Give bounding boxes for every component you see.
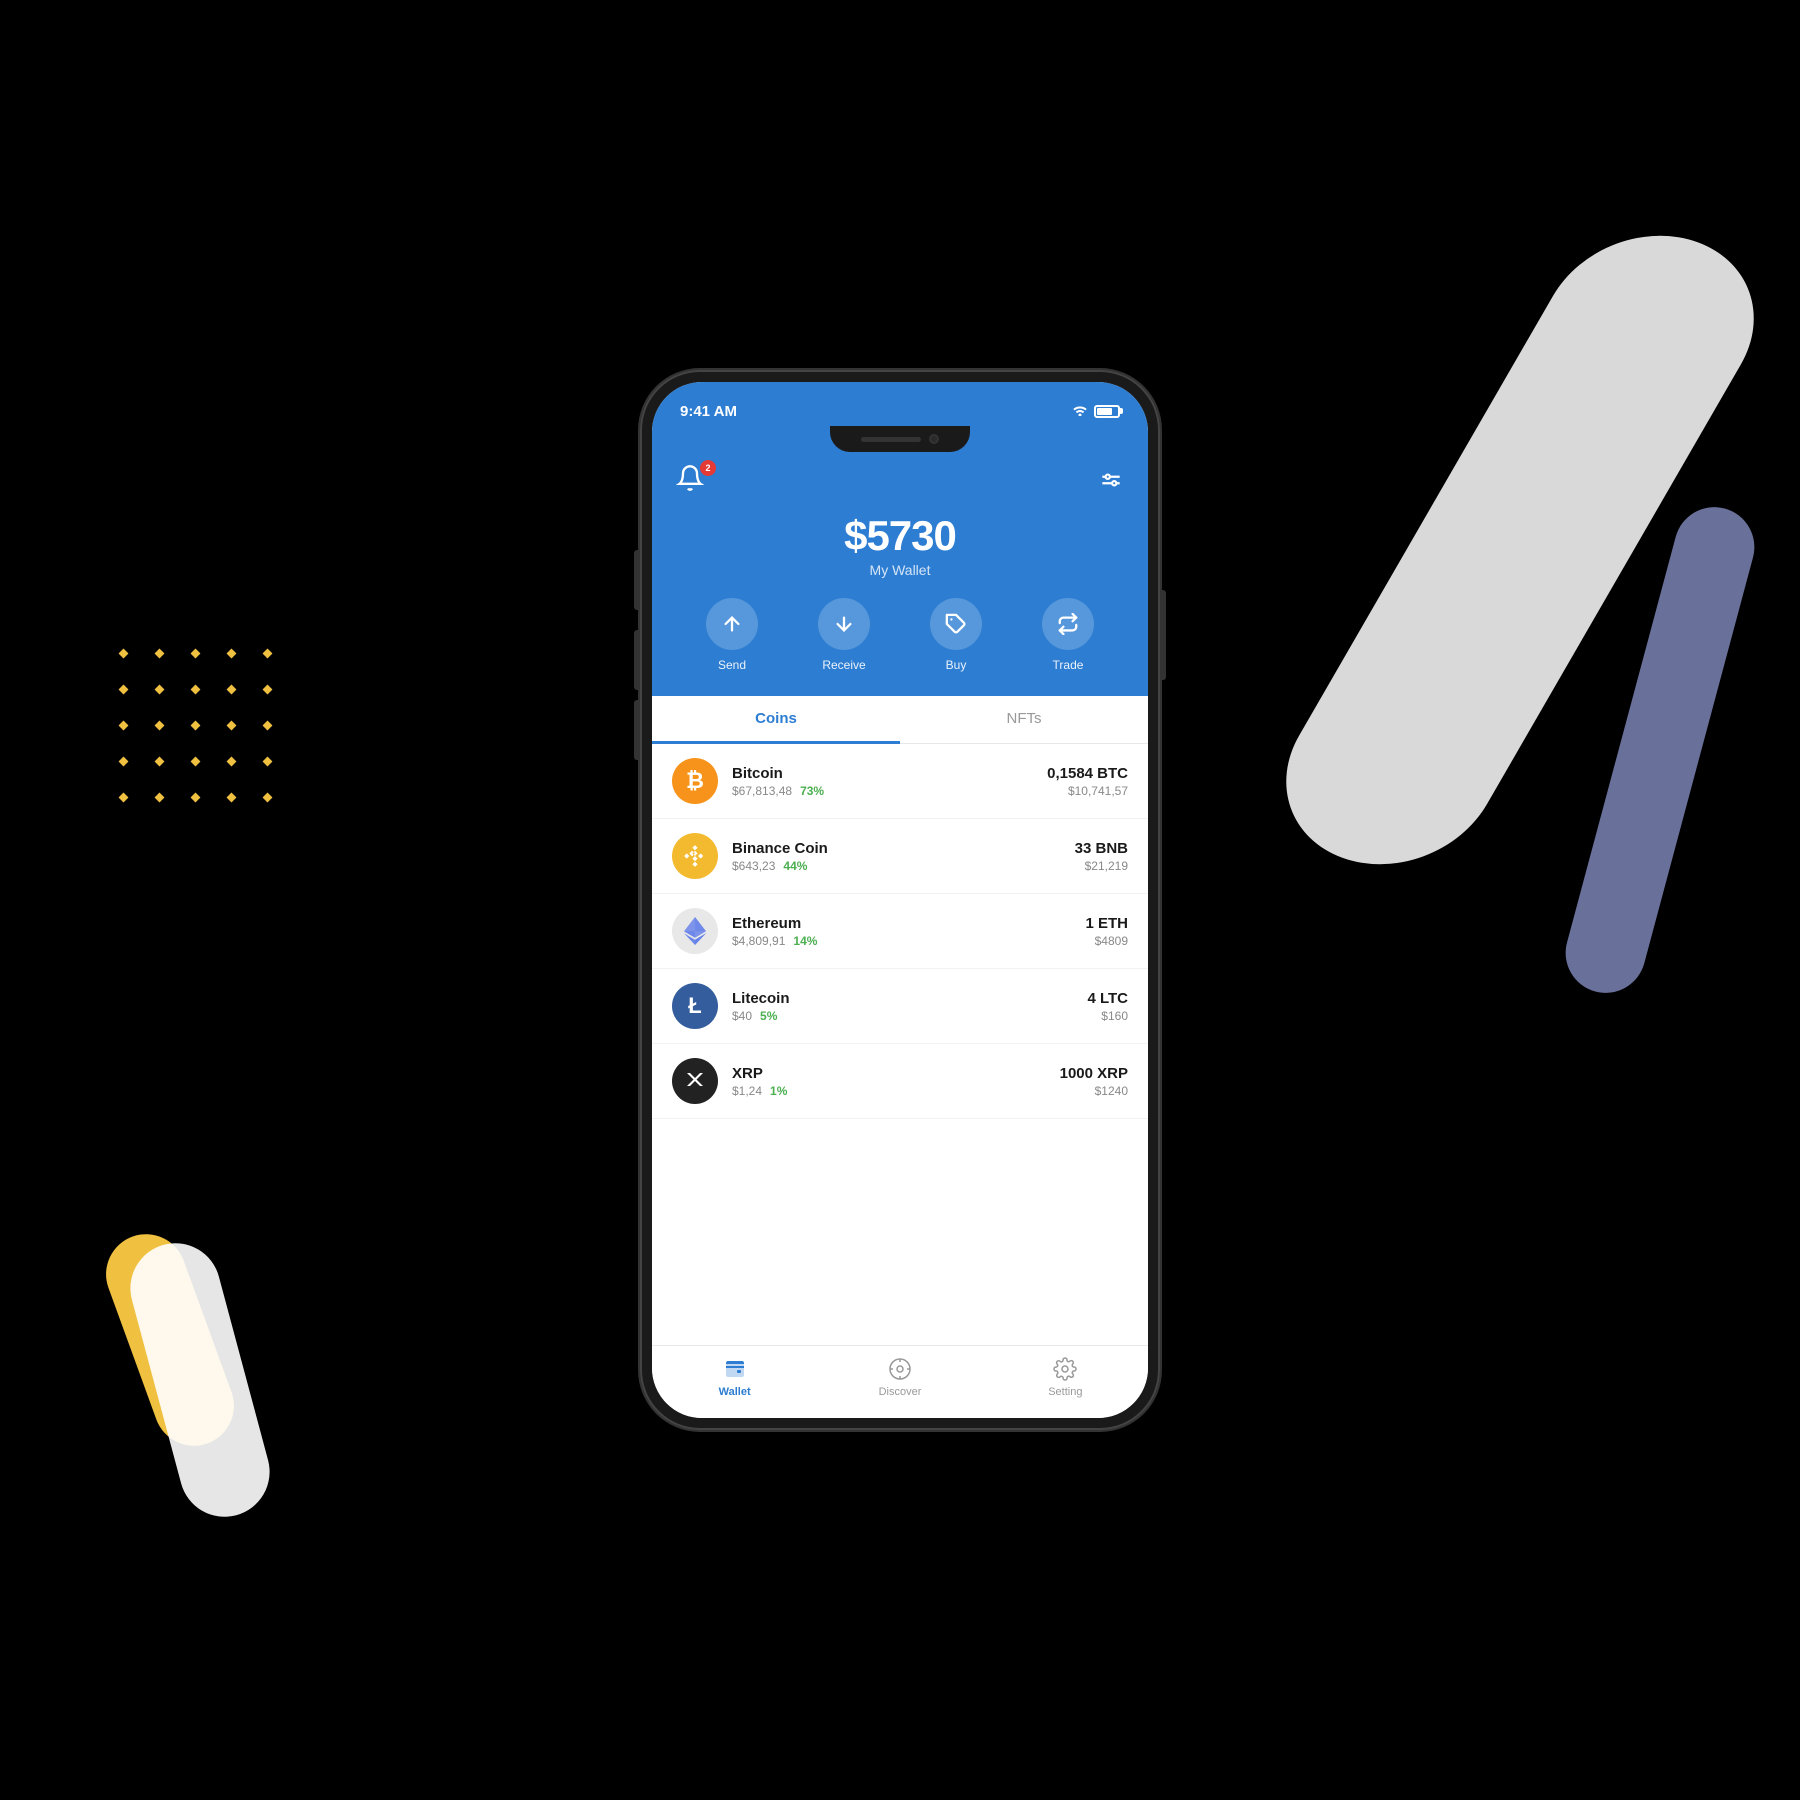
- ltc-info: Litecoin $40 5%: [732, 990, 1087, 1023]
- notification-button[interactable]: 2: [676, 464, 712, 500]
- xrp-price: $1,24: [732, 1084, 762, 1098]
- bnb-price: $643,23: [732, 859, 775, 873]
- header-top-row: 2: [676, 464, 1124, 500]
- btc-price: $67,813,48: [732, 784, 792, 798]
- buy-icon-circle: [930, 598, 982, 650]
- speaker: [861, 437, 921, 442]
- btc-name: Bitcoin: [732, 765, 1047, 782]
- eth-price-row: $4,809,91 14%: [732, 934, 1085, 948]
- xrp-name: XRP: [732, 1065, 1060, 1082]
- discover-nav-label: Discover: [879, 1386, 922, 1398]
- bnb-price-row: $643,23 44%: [732, 859, 1075, 873]
- ltc-price-row: $40 5%: [732, 1009, 1087, 1023]
- coin-row-xrp[interactable]: XRP $1,24 1% 1000 XRP $1240: [652, 1044, 1148, 1119]
- ltc-icon: Ł: [672, 983, 718, 1029]
- bnb-holding: 33 BNB $21,219: [1075, 840, 1128, 873]
- wifi-icon: [1072, 404, 1088, 419]
- discover-nav-icon: [887, 1356, 913, 1382]
- trade-icon-circle: [1042, 598, 1094, 650]
- ltc-value: $160: [1087, 1009, 1128, 1023]
- status-bar: 9:41 AM: [652, 382, 1148, 426]
- setting-nav-icon: [1052, 1356, 1078, 1382]
- coin-row-eth[interactable]: Ethereum $4,809,91 14% 1 ETH $4809: [652, 894, 1148, 969]
- decorative-dots: [120, 650, 282, 812]
- nav-discover[interactable]: Discover: [817, 1356, 982, 1398]
- xrp-price-row: $1,24 1%: [732, 1084, 1060, 1098]
- buy-button[interactable]: Buy: [930, 598, 982, 672]
- balance-label: My Wallet: [676, 562, 1124, 578]
- camera: [929, 434, 939, 444]
- bnb-amount: 33 BNB: [1075, 840, 1128, 857]
- ltc-amount: 4 LTC: [1087, 990, 1128, 1007]
- wallet-nav-icon: [722, 1356, 748, 1382]
- bottom-nav: Wallet Discover: [652, 1345, 1148, 1418]
- btc-amount: 0,1584 BTC: [1047, 765, 1128, 782]
- eth-value: $4809: [1085, 934, 1128, 948]
- btc-price-row: $67,813,48 73%: [732, 784, 1047, 798]
- xrp-value: $1240: [1060, 1084, 1128, 1098]
- eth-info: Ethereum $4,809,91 14%: [732, 915, 1085, 948]
- eth-amount: 1 ETH: [1085, 915, 1128, 932]
- bnb-change: 44%: [783, 859, 807, 873]
- phone-frame: 9:41 AM: [640, 370, 1160, 1430]
- btc-value: $10,741,57: [1047, 784, 1128, 798]
- notification-badge: 2: [700, 460, 716, 476]
- btc-holding: 0,1584 BTC $10,741,57: [1047, 765, 1128, 798]
- balance-amount: $5730: [676, 512, 1124, 560]
- send-label: Send: [718, 658, 746, 672]
- tab-nfts[interactable]: NFTs: [900, 696, 1148, 744]
- send-button[interactable]: Send: [706, 598, 758, 672]
- settings-filter-button[interactable]: [1098, 467, 1124, 498]
- eth-change: 14%: [793, 934, 817, 948]
- eth-price: $4,809,91: [732, 934, 785, 948]
- nav-wallet[interactable]: Wallet: [652, 1356, 817, 1398]
- receive-icon-circle: [818, 598, 870, 650]
- coin-row-ltc[interactable]: Ł Litecoin $40 5% 4 LTC $160: [652, 969, 1148, 1044]
- wallet-nav-label: Wallet: [719, 1386, 751, 1398]
- xrp-amount: 1000 XRP: [1060, 1065, 1128, 1082]
- receive-button[interactable]: Receive: [818, 598, 870, 672]
- coin-row-btc[interactable]: ₿ Bitcoin $67,813,48 73% 0,1584 BTC $10,…: [652, 744, 1148, 819]
- notch-area: [652, 426, 1148, 456]
- coins-list: ₿ Bitcoin $67,813,48 73% 0,1584 BTC $10,…: [652, 744, 1148, 1345]
- nav-setting[interactable]: Setting: [983, 1356, 1148, 1398]
- balance-section: $5730 My Wallet: [676, 512, 1124, 578]
- send-icon-circle: [706, 598, 758, 650]
- xrp-icon: [672, 1058, 718, 1104]
- header-section: 2 $5730 My Wallet: [652, 456, 1148, 696]
- phone-screen: 9:41 AM: [652, 382, 1148, 1418]
- bnb-value: $21,219: [1075, 859, 1128, 873]
- notch-inner: [830, 426, 970, 452]
- receive-label: Receive: [822, 658, 865, 672]
- action-buttons: Send Receive: [676, 598, 1124, 672]
- eth-name: Ethereum: [732, 915, 1085, 932]
- setting-nav-label: Setting: [1048, 1386, 1082, 1398]
- status-icons: [1072, 404, 1120, 419]
- bnb-icon: [672, 833, 718, 879]
- trade-button[interactable]: Trade: [1042, 598, 1094, 672]
- ltc-price: $40: [732, 1009, 752, 1023]
- xrp-change: 1%: [770, 1084, 787, 1098]
- ltc-name: Litecoin: [732, 990, 1087, 1007]
- buy-label: Buy: [946, 658, 967, 672]
- btc-icon: ₿: [672, 758, 718, 804]
- coin-row-bnb[interactable]: Binance Coin $643,23 44% 33 BNB $21,219: [652, 819, 1148, 894]
- xrp-info: XRP $1,24 1%: [732, 1065, 1060, 1098]
- ltc-change: 5%: [760, 1009, 777, 1023]
- btc-info: Bitcoin $67,813,48 73%: [732, 765, 1047, 798]
- bnb-name: Binance Coin: [732, 840, 1075, 857]
- battery-icon: [1094, 405, 1120, 418]
- bnb-info: Binance Coin $643,23 44%: [732, 840, 1075, 873]
- xrp-holding: 1000 XRP $1240: [1060, 1065, 1128, 1098]
- eth-icon: [672, 908, 718, 954]
- ltc-holding: 4 LTC $160: [1087, 990, 1128, 1023]
- status-time: 9:41 AM: [680, 403, 737, 420]
- eth-holding: 1 ETH $4809: [1085, 915, 1128, 948]
- tabs-section: Coins NFTs: [652, 696, 1148, 744]
- trade-label: Trade: [1053, 658, 1084, 672]
- btc-change: 73%: [800, 784, 824, 798]
- tab-coins[interactable]: Coins: [652, 696, 900, 744]
